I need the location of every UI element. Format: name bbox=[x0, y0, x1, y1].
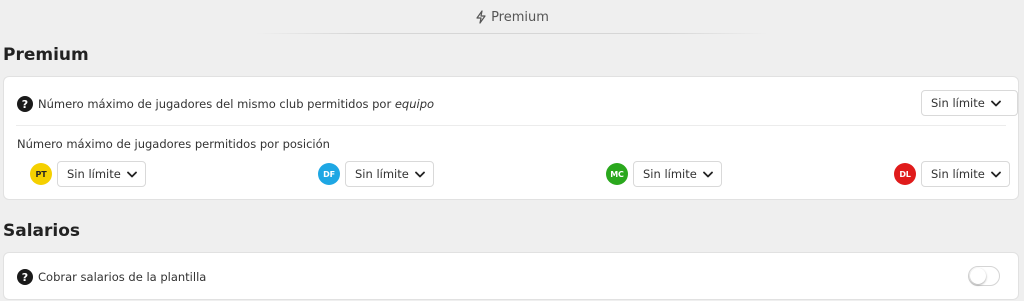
toggle-knob bbox=[970, 268, 986, 284]
chevron-down-icon bbox=[702, 171, 713, 178]
club-limit-value: Sin límite bbox=[931, 96, 985, 110]
header-title: Premium bbox=[491, 9, 549, 25]
position-limit-value-pt: Sin límite bbox=[67, 167, 121, 181]
salarios-card: ? Cobrar salarios de la plantilla bbox=[3, 252, 1019, 300]
position-badge-dl: DL bbox=[894, 163, 916, 185]
row-divider bbox=[16, 125, 1006, 126]
chevron-down-icon bbox=[414, 171, 425, 178]
club-limit-label: Número máximo de jugadores del mismo clu… bbox=[38, 97, 434, 111]
position-limit-select-dl[interactable]: Sin límite bbox=[921, 161, 1010, 187]
charge-salaries-toggle[interactable] bbox=[968, 266, 1000, 286]
position-limit-select-mc[interactable]: Sin límite bbox=[633, 161, 722, 187]
premium-card: ? Número máximo de jugadores del mismo c… bbox=[3, 76, 1019, 200]
chevron-down-icon bbox=[990, 100, 1001, 107]
position-limit-label: Número máximo de jugadores permitidos po… bbox=[17, 137, 330, 151]
page-header: Premium bbox=[0, 0, 1024, 34]
help-icon[interactable]: ? bbox=[17, 269, 33, 285]
position-badge-pt: PT bbox=[30, 163, 52, 185]
position-badge-df: DF bbox=[318, 163, 340, 185]
chevron-down-icon bbox=[990, 171, 1001, 178]
position-limit-value-mc: Sin límite bbox=[643, 167, 697, 181]
club-limit-label-emphasis: equipo bbox=[394, 97, 435, 111]
header-divider bbox=[256, 33, 768, 34]
position-limit-value-dl: Sin límite bbox=[931, 167, 985, 181]
position-limit-select-df[interactable]: Sin límite bbox=[345, 161, 434, 187]
charge-salaries-label: Cobrar salarios de la plantilla bbox=[38, 270, 207, 284]
help-icon[interactable]: ? bbox=[17, 96, 33, 112]
club-limit-select[interactable]: Sin límite bbox=[921, 90, 1018, 116]
position-limit-select-pt[interactable]: Sin límite bbox=[57, 161, 146, 187]
club-limit-label-prefix: Número máximo de jugadores del mismo clu… bbox=[38, 97, 392, 111]
position-limit-value-df: Sin límite bbox=[355, 167, 409, 181]
chevron-down-icon bbox=[126, 171, 137, 178]
premium-section-title: Premium bbox=[3, 45, 89, 65]
bolt-icon bbox=[475, 10, 487, 24]
salarios-section-title: Salarios bbox=[3, 221, 81, 241]
position-badge-mc: MC bbox=[606, 163, 628, 185]
